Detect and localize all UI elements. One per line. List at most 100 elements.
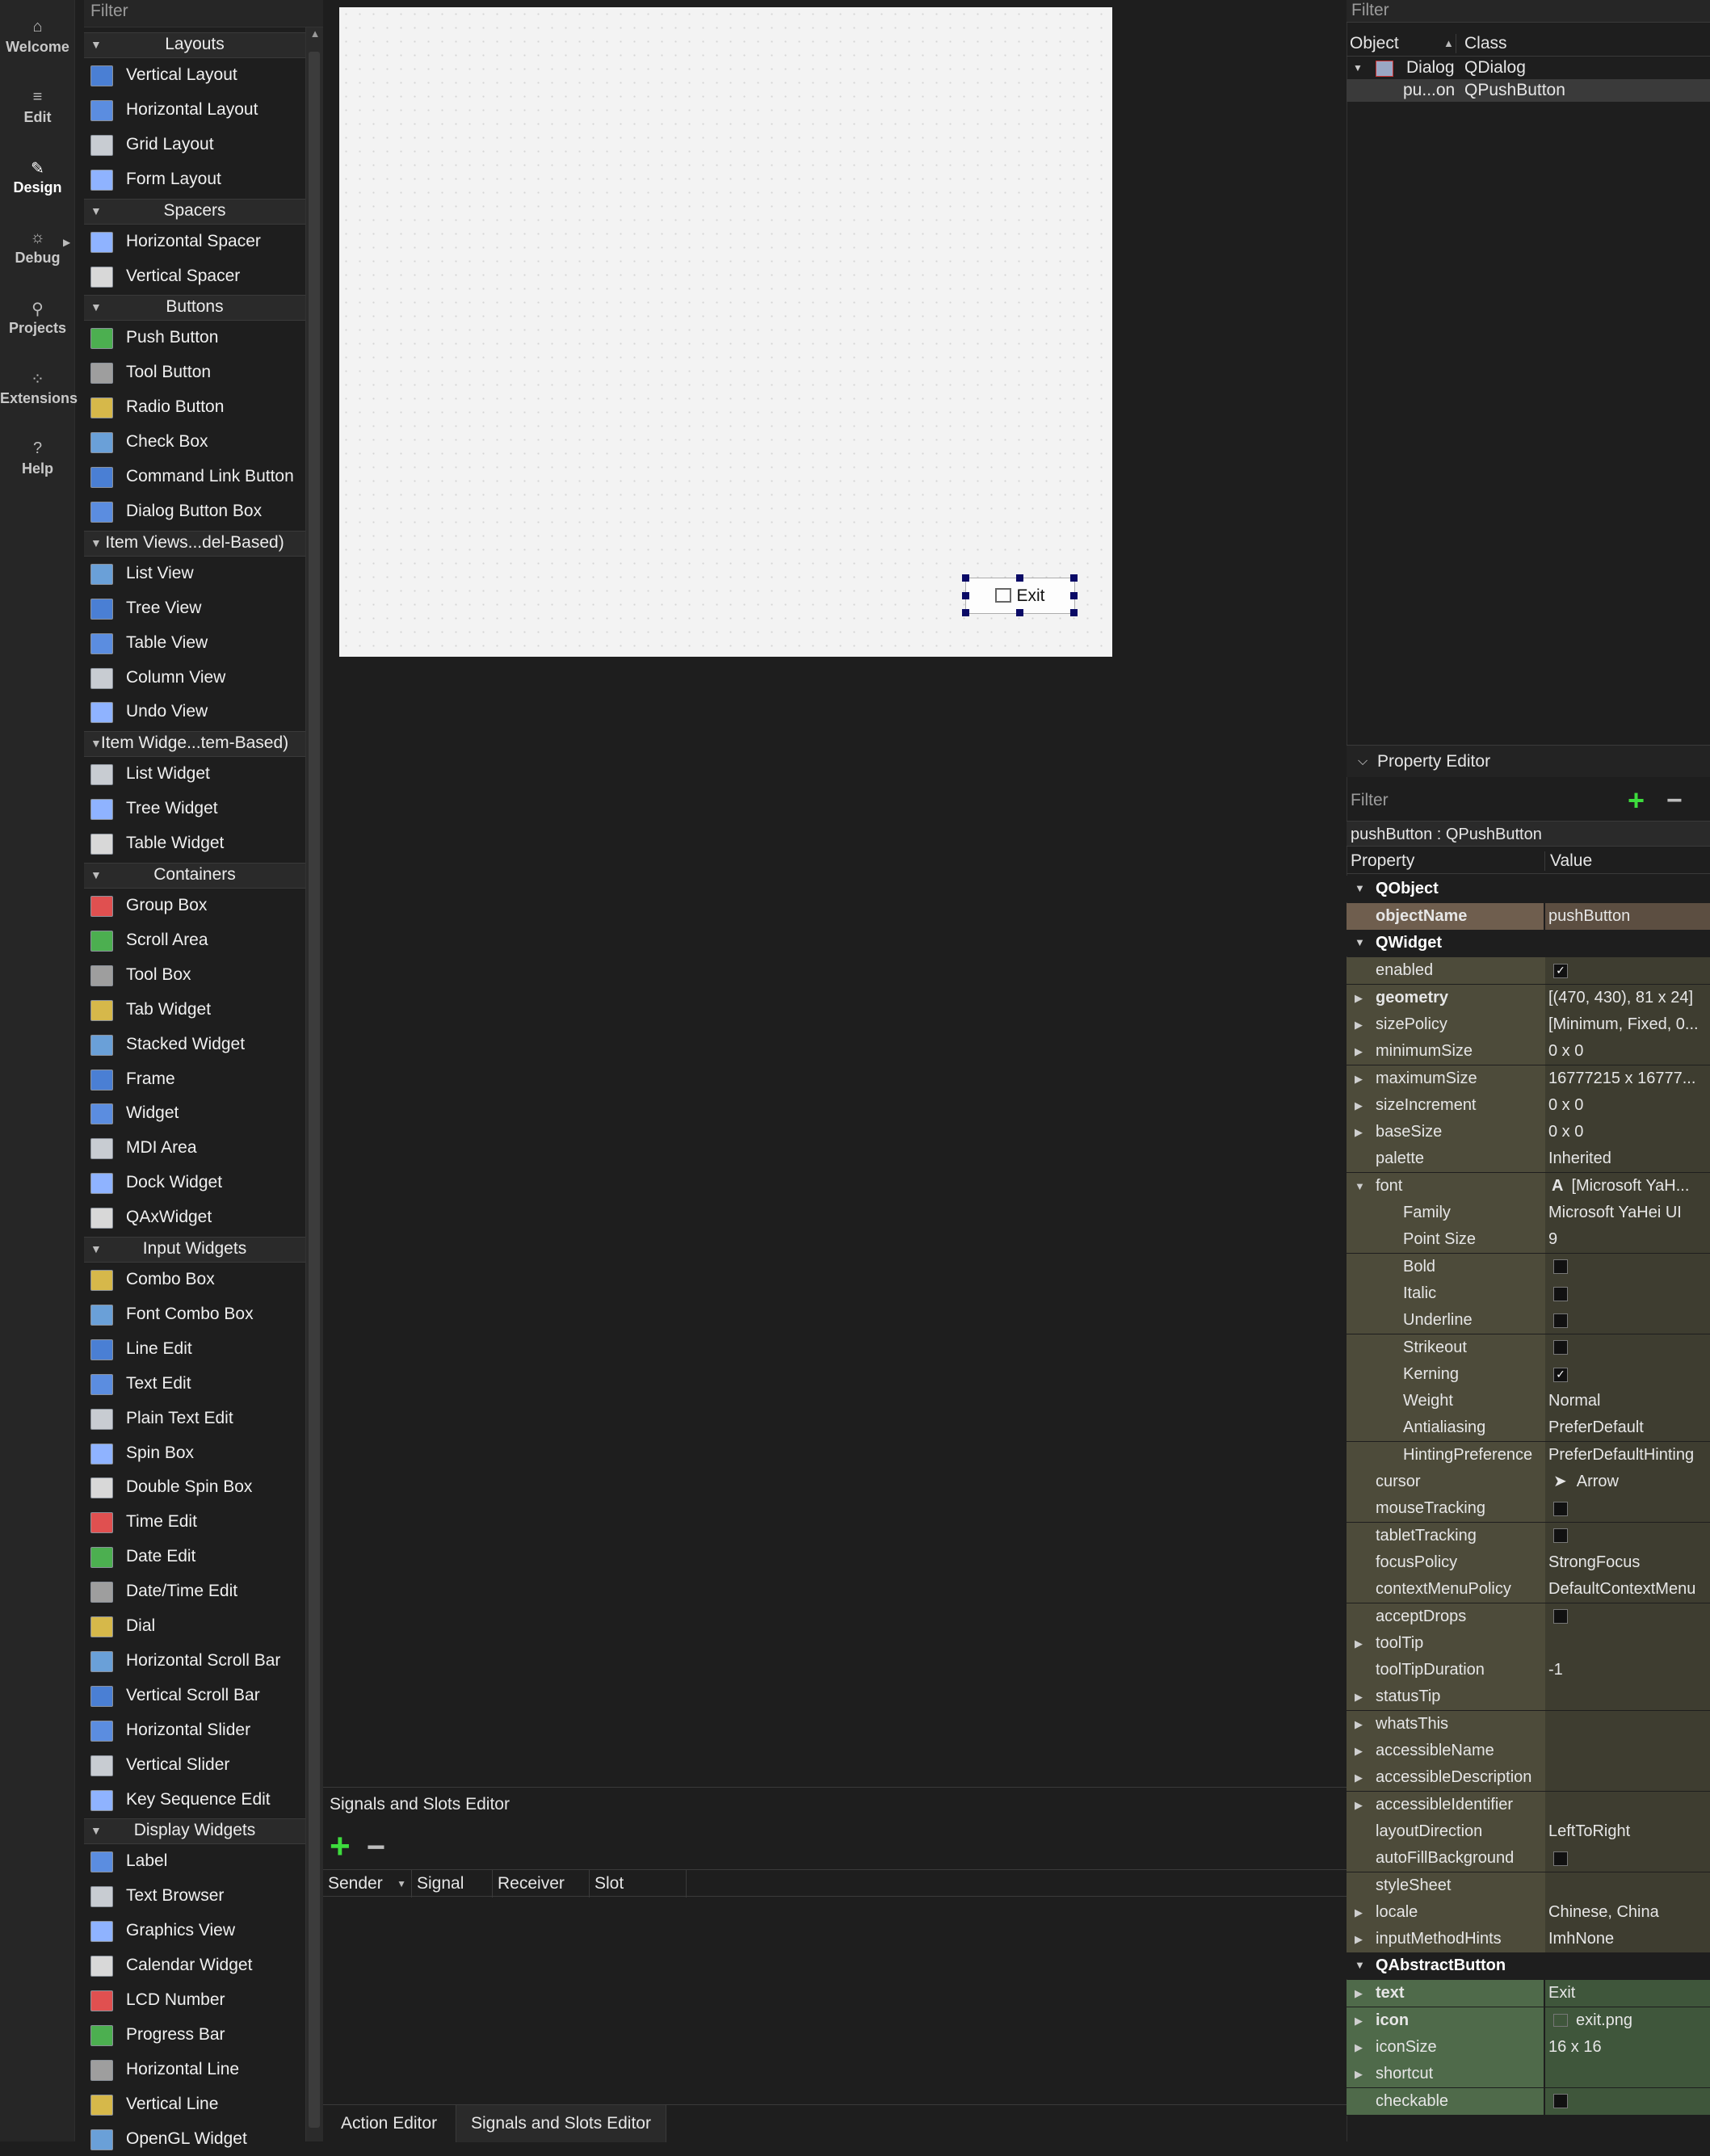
property-value-cell[interactable]	[1545, 1280, 1710, 1307]
property-value-cell[interactable]: Chinese, China	[1545, 1898, 1710, 1926]
property-row-iconsize[interactable]: ▶ iconSize 16 x 16	[1347, 2034, 1710, 2061]
category-containers[interactable]: ▼ Containers	[84, 863, 305, 889]
property-row-accessibledescription[interactable]: ▶ accessibleDescription	[1347, 1764, 1710, 1792]
mode-welcome[interactable]: ⌂ Welcome	[0, 6, 75, 76]
remove-dynamic-property-icon[interactable]: −	[1666, 784, 1683, 817]
class-column-header[interactable]: Class	[1464, 31, 1507, 57]
property-value-cell[interactable]: ✓	[1545, 957, 1710, 985]
widget-item-text-browser[interactable]: Text Browser	[84, 1879, 305, 1913]
widget-item-combo-box[interactable]: Combo Box	[84, 1263, 305, 1297]
object-tree-row[interactable]: ▼ Dialog QDialog	[1347, 57, 1710, 79]
property-row-text[interactable]: ▶ text Exit	[1347, 1980, 1710, 2008]
property-row-checkable[interactable]: checkable	[1347, 2087, 1710, 2116]
property-row-mousetracking[interactable]: mouseTracking	[1347, 1495, 1710, 1523]
expand-arrow-icon[interactable]: ▶	[1355, 1738, 1363, 1764]
property-value-cell[interactable]	[1545, 1683, 1710, 1711]
widget-item-tool-box[interactable]: Tool Box	[84, 958, 305, 992]
expand-arrow-icon[interactable]: ▶	[1355, 2034, 1363, 2061]
property-row-accessibleidentifier[interactable]: ▶ accessibleIdentifier	[1347, 1791, 1710, 1819]
property-value-cell[interactable]: ImhNone	[1545, 1926, 1710, 1953]
widget-item-tree-widget[interactable]: Tree Widget	[84, 792, 305, 826]
property-value-cell[interactable]: PreferDefault	[1545, 1414, 1710, 1442]
widget-item-progress-bar[interactable]: Progress Bar	[84, 2018, 305, 2052]
collapse-arrow-icon[interactable]: ▼	[90, 33, 102, 56]
scroll-up-icon[interactable]: ▲	[306, 27, 324, 40]
property-value-cell[interactable]: Inherited	[1545, 1145, 1710, 1173]
property-value-cell[interactable]	[1545, 1738, 1710, 1764]
widget-item-font-combo-box[interactable]: Font Combo Box	[84, 1297, 305, 1331]
resize-handle[interactable]	[1070, 592, 1078, 599]
property-value-cell[interactable]	[1545, 1603, 1710, 1630]
widget-item-qaxwidget[interactable]: QAxWidget	[84, 1200, 305, 1234]
property-value-cell[interactable]	[1545, 2087, 1710, 2115]
property-row-tooltip[interactable]: ▶ toolTip	[1347, 1629, 1710, 1658]
widget-item-date-edit[interactable]: Date Edit	[84, 1540, 305, 1574]
widget-item-graphics-view[interactable]: Graphics View	[84, 1914, 305, 1948]
property-value-cell[interactable]: [Minimum, Fixed, 0...	[1545, 1011, 1710, 1038]
widget-item-date-time-edit[interactable]: Date/Time Edit	[84, 1574, 305, 1608]
widget-item-undo-view[interactable]: Undo View	[84, 695, 305, 729]
property-value-cell[interactable]: 9	[1545, 1226, 1710, 1254]
expand-arrow-icon[interactable]: ▶	[63, 237, 70, 248]
resize-handle[interactable]	[962, 574, 969, 582]
property-row-italic[interactable]: Italic	[1347, 1280, 1710, 1308]
property-row-layoutdirection[interactable]: layoutDirection LeftToRight	[1347, 1818, 1710, 1846]
widget-item-key-sequence-edit[interactable]: Key Sequence Edit	[84, 1783, 305, 1817]
property-value-cell[interactable]: PreferDefaultHinting	[1545, 1441, 1710, 1469]
widget-item-dock-widget[interactable]: Dock Widget	[84, 1166, 305, 1200]
property-row-stylesheet[interactable]: styleSheet	[1347, 1872, 1710, 1900]
property-value-cell[interactable]: pushButton	[1545, 903, 1710, 930]
property-value-cell[interactable]	[1545, 1495, 1710, 1523]
unchecked-checkbox[interactable]	[1553, 1851, 1568, 1866]
property-value-cell[interactable]: ✓	[1545, 1360, 1710, 1388]
expand-arrow-icon[interactable]: ▶	[1355, 2007, 1363, 2034]
expand-arrow-icon[interactable]: ▶	[1355, 1038, 1363, 1065]
collapse-arrow-icon[interactable]: ▼	[1355, 930, 1365, 956]
remove-connection-icon[interactable]: −	[367, 1830, 385, 1865]
resize-handle[interactable]	[1016, 609, 1023, 616]
property-row-cursor[interactable]: cursor ➤ Arrow	[1347, 1469, 1710, 1496]
widget-item-dialog-button-box[interactable]: Dialog Button Box	[84, 494, 305, 528]
property-value-cell[interactable]: ➤ Arrow	[1545, 1469, 1710, 1495]
property-row-underline[interactable]: Underline	[1347, 1307, 1710, 1335]
collapse-arrow-icon[interactable]: ▼	[1355, 1952, 1365, 1978]
add-dynamic-property-icon[interactable]: +	[1628, 784, 1645, 817]
property-row-accessiblename[interactable]: ▶ accessibleName	[1347, 1738, 1710, 1765]
expand-arrow-icon[interactable]: ▶	[1355, 2061, 1363, 2087]
property-value-cell[interactable]	[1545, 1334, 1710, 1361]
widget-item-scroll-area[interactable]: Scroll Area	[84, 923, 305, 957]
expand-arrow-icon[interactable]: ▶	[1355, 1092, 1363, 1119]
expand-arrow-icon[interactable]: ▶	[1355, 1926, 1363, 1952]
unchecked-checkbox[interactable]	[1553, 1502, 1568, 1517]
property-value-cell[interactable]	[1545, 1629, 1710, 1657]
widget-item-grid-layout[interactable]: Grid Layout	[84, 128, 305, 162]
widget-item-vertical-spacer[interactable]: Vertical Spacer	[84, 259, 305, 293]
property-value-cell[interactable]	[1545, 1872, 1710, 1899]
property-row-inputmethodhints[interactable]: ▶ inputMethodHints ImhNone	[1347, 1926, 1710, 1954]
expand-arrow-icon[interactable]: ▶	[1355, 1011, 1363, 1038]
widget-item-stacked-widget[interactable]: Stacked Widget	[84, 1028, 305, 1061]
unchecked-checkbox[interactable]	[1553, 1609, 1568, 1624]
property-value-cell[interactable]: LeftToRight	[1545, 1818, 1710, 1845]
widget-box-scroll-thumb[interactable]	[309, 52, 320, 2128]
widget-item-list-widget[interactable]: List Widget	[84, 757, 305, 791]
unchecked-checkbox[interactable]	[1553, 1286, 1568, 1301]
unchecked-checkbox[interactable]	[1553, 1340, 1568, 1355]
category-item-widge-tem-based[interactable]: ▼ Item Widge...tem-Based)	[84, 731, 305, 758]
widget-item-frame[interactable]: Frame	[84, 1062, 305, 1096]
widget-item-check-box[interactable]: Check Box	[84, 425, 305, 459]
property-row-tablettracking[interactable]: tabletTracking	[1347, 1522, 1710, 1550]
widget-item-column-view[interactable]: Column View	[84, 661, 305, 695]
widget-item-label[interactable]: Label	[84, 1844, 305, 1878]
collapse-arrow-icon[interactable]: ▼	[1355, 1173, 1365, 1200]
expand-arrow-icon[interactable]: ▶	[1355, 985, 1363, 1011]
property-row-hintingpreference[interactable]: HintingPreference PreferDefaultHinting	[1347, 1441, 1710, 1469]
widget-item-double-spin-box[interactable]: Double Spin Box	[84, 1470, 305, 1504]
chevron-down-icon[interactable]: ⌵	[1358, 746, 1368, 778]
tab-action-editor[interactable]: Action Editor	[326, 2105, 452, 2142]
widget-item-vertical-line[interactable]: Vertical Line	[84, 2087, 305, 2121]
column-header-slot[interactable]: Slot	[590, 1870, 687, 1898]
widget-item-tree-view[interactable]: Tree View	[84, 591, 305, 625]
section-qabstractbutton[interactable]: ▼ QAbstractButton	[1347, 1952, 1710, 1980]
property-row-weight[interactable]: Weight Normal	[1347, 1388, 1710, 1416]
